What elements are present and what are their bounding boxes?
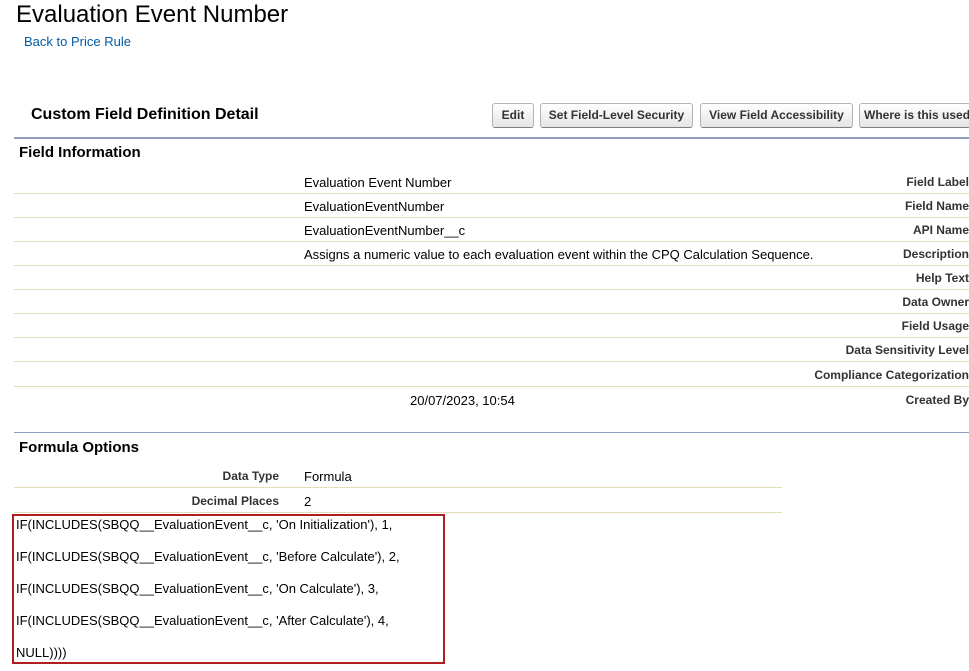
formula-line: IF(INCLUDES(SBQQ__EvaluationEvent__c, 'O…	[16, 581, 379, 596]
formula-row-data-type: Data Type Formula	[14, 464, 782, 488]
field-label-value: Evaluation Event Number	[304, 175, 452, 190]
data-type-label: Data Type	[222, 469, 279, 483]
where-is-this-used-button[interactable]: Where is this used?	[859, 103, 969, 128]
page: Evaluation Event Number Back to Price Ru…	[0, 0, 969, 671]
formula-options-title: Formula Options	[19, 439, 139, 456]
data-type-value: Formula	[304, 469, 352, 484]
field-information-title: Field Information	[19, 144, 141, 161]
field-usage-label: Field Usage	[901, 319, 969, 333]
field-row-field-usage: Field Usage	[14, 314, 969, 338]
api-name-value: EvaluationEventNumber__c	[304, 223, 466, 238]
decimal-places-value: 2	[304, 494, 312, 509]
api-name-label: API Name	[912, 223, 969, 237]
data-sensitivity-level-label: Data Sensitivity Level	[845, 343, 969, 357]
formula-highlight-box: IF(INCLUDES(SBQQ__EvaluationEvent__c, 'O…	[12, 514, 445, 664]
field-row-compliance-categorization: Compliance Categorization	[14, 363, 969, 387]
help-text-label: Help Text	[915, 271, 969, 285]
set-field-level-security-button[interactable]: Set Field-Level Security	[540, 103, 693, 128]
field-name-label: Field Name	[904, 199, 969, 213]
detail-header-title: Custom Field Definition Detail	[31, 106, 259, 123]
formula-line: IF(INCLUDES(SBQQ__EvaluationEvent__c, 'A…	[16, 613, 389, 628]
field-row-data-owner: Data Owner	[14, 290, 969, 314]
field-row-field-name: Field Name EvaluationEventNumber	[14, 194, 969, 218]
view-field-accessibility-button[interactable]: View Field Accessibility	[700, 103, 853, 128]
field-row-help-text: Help Text	[14, 266, 969, 290]
field-name-value: EvaluationEventNumber	[304, 199, 445, 214]
back-to-price-rule-link[interactable]: Back to Price Rule	[24, 34, 131, 49]
decimal-places-label: Decimal Places	[191, 494, 279, 508]
formula-line: IF(INCLUDES(SBQQ__EvaluationEvent__c, 'B…	[16, 549, 400, 564]
data-owner-label: Data Owner	[902, 295, 969, 309]
detail-header: Custom Field Definition Detail Edit Set …	[14, 101, 969, 139]
formula-line: NULL))))	[16, 645, 67, 660]
description-value: Assigns a numeric value to each evaluati…	[304, 247, 814, 262]
formula-line: IF(INCLUDES(SBQQ__EvaluationEvent__c, 'O…	[16, 517, 393, 532]
created-by-value: 20/07/2023, 10:54	[410, 393, 515, 408]
edit-button[interactable]: Edit	[492, 103, 534, 128]
field-label-label: Field Label	[906, 175, 969, 189]
page-title: Evaluation Event Number	[16, 1, 289, 28]
created-by-label: Created By	[905, 393, 969, 407]
formula-row-decimal-places: Decimal Places 2	[14, 489, 782, 513]
field-row-data-sensitivity-level: Data Sensitivity Level	[14, 338, 969, 362]
field-row-api-name: API Name EvaluationEventNumber__c	[14, 218, 969, 242]
compliance-categorization-label: Compliance Categorization	[814, 368, 969, 382]
formula-options-divider	[14, 432, 969, 433]
field-row-field-label: Field Label Evaluation Event Number	[14, 170, 969, 194]
field-row-created-by: Created By 20/07/2023, 10:54	[14, 388, 969, 412]
field-row-description: Description Assigns a numeric value to e…	[14, 242, 969, 266]
